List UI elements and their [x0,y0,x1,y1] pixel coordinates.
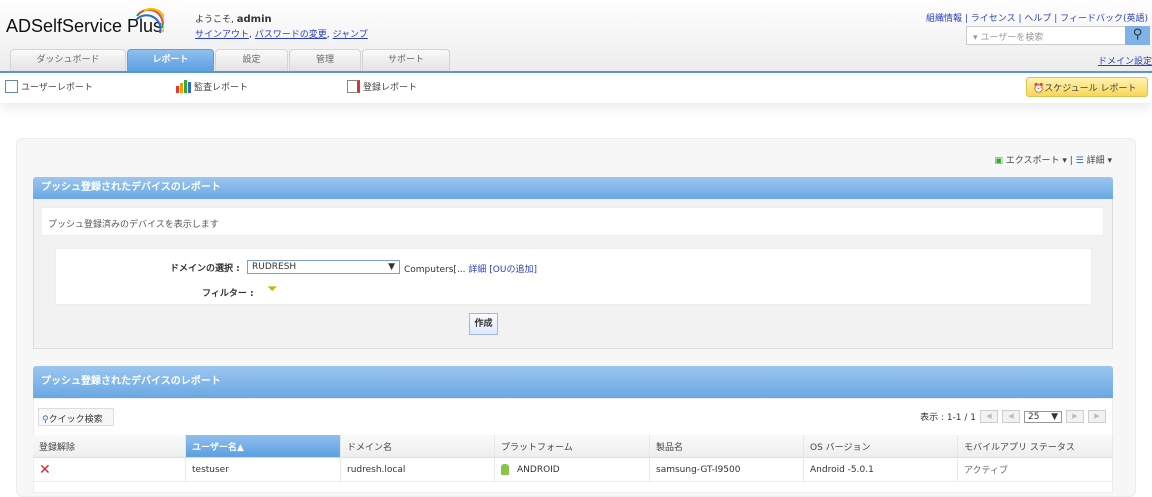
cell-domain: rudresh.local [341,458,495,481]
col-username[interactable]: ユーザー名▲ [186,435,341,457]
ou-info: Computers[... 詳細 [OUの追加] [404,262,537,275]
unenroll-x-icon[interactable]: ✕ [33,458,186,481]
app-header: ADSelfService Plus ようこそ, admin サインアウト, パ… [0,0,1152,73]
report-toolbar: ▣ エクスポート ▾ | ☰ 詳細 ▾ [994,156,1112,166]
col-unenroll[interactable]: 登録解除 [33,435,186,457]
export-button[interactable]: ▣ エクスポート ▾ [994,156,1067,166]
prev-page-button[interactable]: ◀ [1002,410,1020,423]
tab-support[interactable]: サポート [362,49,450,71]
change-password-link[interactable]: パスワードの変更 [255,30,327,40]
ou-value: Computers[... [404,265,466,275]
create-button[interactable]: 作成 [469,313,498,335]
page-size-select[interactable]: 25 ▼ [1024,410,1062,423]
tab-reports[interactable]: レポート [127,49,214,71]
page-info: 表示 : 1-1 / 1 [920,413,976,423]
filter-label: フィルター : [202,289,254,299]
list-icon: ☰ [1075,156,1084,166]
details-button[interactable]: ☰ 詳細 ▾ [1076,156,1112,166]
domain-label: ドメインの選択 : [170,264,240,274]
tab-admin[interactable]: 管理 [289,49,361,71]
help-link[interactable]: ヘルプ [1024,14,1051,24]
table-row: ✕ testuser rudresh.local ANDROID samsung… [33,458,1113,482]
cell-os-version: Android -5.0.1 [804,458,958,481]
logo-arc-icon [135,7,164,34]
cell-username: testuser [186,458,341,481]
subnav-enrollment-reports[interactable]: 登録レポート [347,80,417,93]
tab-dashboard[interactable]: ダッシュボード [10,49,126,71]
export-icon: ▣ [994,156,1003,166]
domain-settings-link[interactable]: ドメイン設定 [1098,54,1152,67]
quick-search-button[interactable]: ⚲クイック検索 [38,408,114,426]
col-os-version[interactable]: OS バージョン [804,435,958,457]
first-page-button[interactable]: ◀ [980,410,998,423]
results-header: プッシュ登録されたデバイスのレポート [33,366,1113,398]
edit-document-icon [347,80,360,93]
report-description: プッシュ登録済みのデバイスを表示します [41,207,1104,236]
subnav-audit-reports[interactable]: 監査レポート [176,80,248,93]
cell-app-status: アクティブ [958,458,1113,481]
last-page-button[interactable]: ▶ [1088,410,1106,423]
user-search-input[interactable]: ▾ ユーザーを検索 [966,26,1126,45]
detail-link[interactable]: 詳細 [468,265,486,275]
col-platform[interactable]: プラットフォーム [495,435,650,457]
tab-settings[interactable]: 設定 [215,49,288,71]
next-page-button[interactable]: ▶ [1066,410,1084,423]
alarm-clock-icon: ⏰ [1033,84,1045,94]
dropdown-arrow-icon: ▼ [388,262,395,272]
android-icon [501,464,509,475]
schedule-report-button[interactable]: ⏰スケジュール レポート [1026,77,1148,97]
col-product[interactable]: 製品名 [650,435,804,457]
user-report-icon [5,80,18,93]
pagination: 表示 : 1-1 / 1 ◀ ◀ 25 ▼ ▶ ▶ [920,410,1106,423]
cell-platform: ANDROID [495,458,650,481]
welcome-text: ようこそ, admin [195,14,272,25]
top-links: 組織情報 | ライセンス | ヘルプ | フィードバック(英語) [926,14,1148,24]
search-icon[interactable]: ⚲ [1125,26,1150,45]
add-ou-link[interactable]: [OUの追加] [489,265,537,275]
col-app-status[interactable]: モバイルアプリ ステータス [958,435,1113,457]
table-header: 登録解除 ユーザー名▲ ドメイン名 プラットフォーム 製品名 OS バージョン … [33,435,1113,458]
filter-funnel-icon[interactable]: ⏷ [267,282,277,297]
license-link[interactable]: ライセンス [971,14,1016,24]
logo: ADSelfService Plus [6,7,164,37]
jump-link[interactable]: ジャンプ [333,30,368,40]
domain-select[interactable]: RUDRESH ▼ [247,260,400,274]
cell-product: samsung-GT-I9500 [650,458,804,481]
signout-link[interactable]: サインアウト [195,30,249,40]
user-links: サインアウト, パスワードの変更, ジャンプ [195,30,368,40]
feedback-link[interactable]: フィードバック(英語) [1060,14,1148,24]
report-panel-header: プッシュ登録されたデバイスのレポート [33,177,1113,199]
bar-chart-icon [176,80,191,93]
subnav-user-reports[interactable]: ユーザーレポート [5,80,93,93]
magnifier-icon: ⚲ [42,415,49,425]
sub-navigation [0,73,1152,103]
col-domain[interactable]: ドメイン名 [341,435,495,457]
org-info-link[interactable]: 組織情報 [926,14,962,24]
